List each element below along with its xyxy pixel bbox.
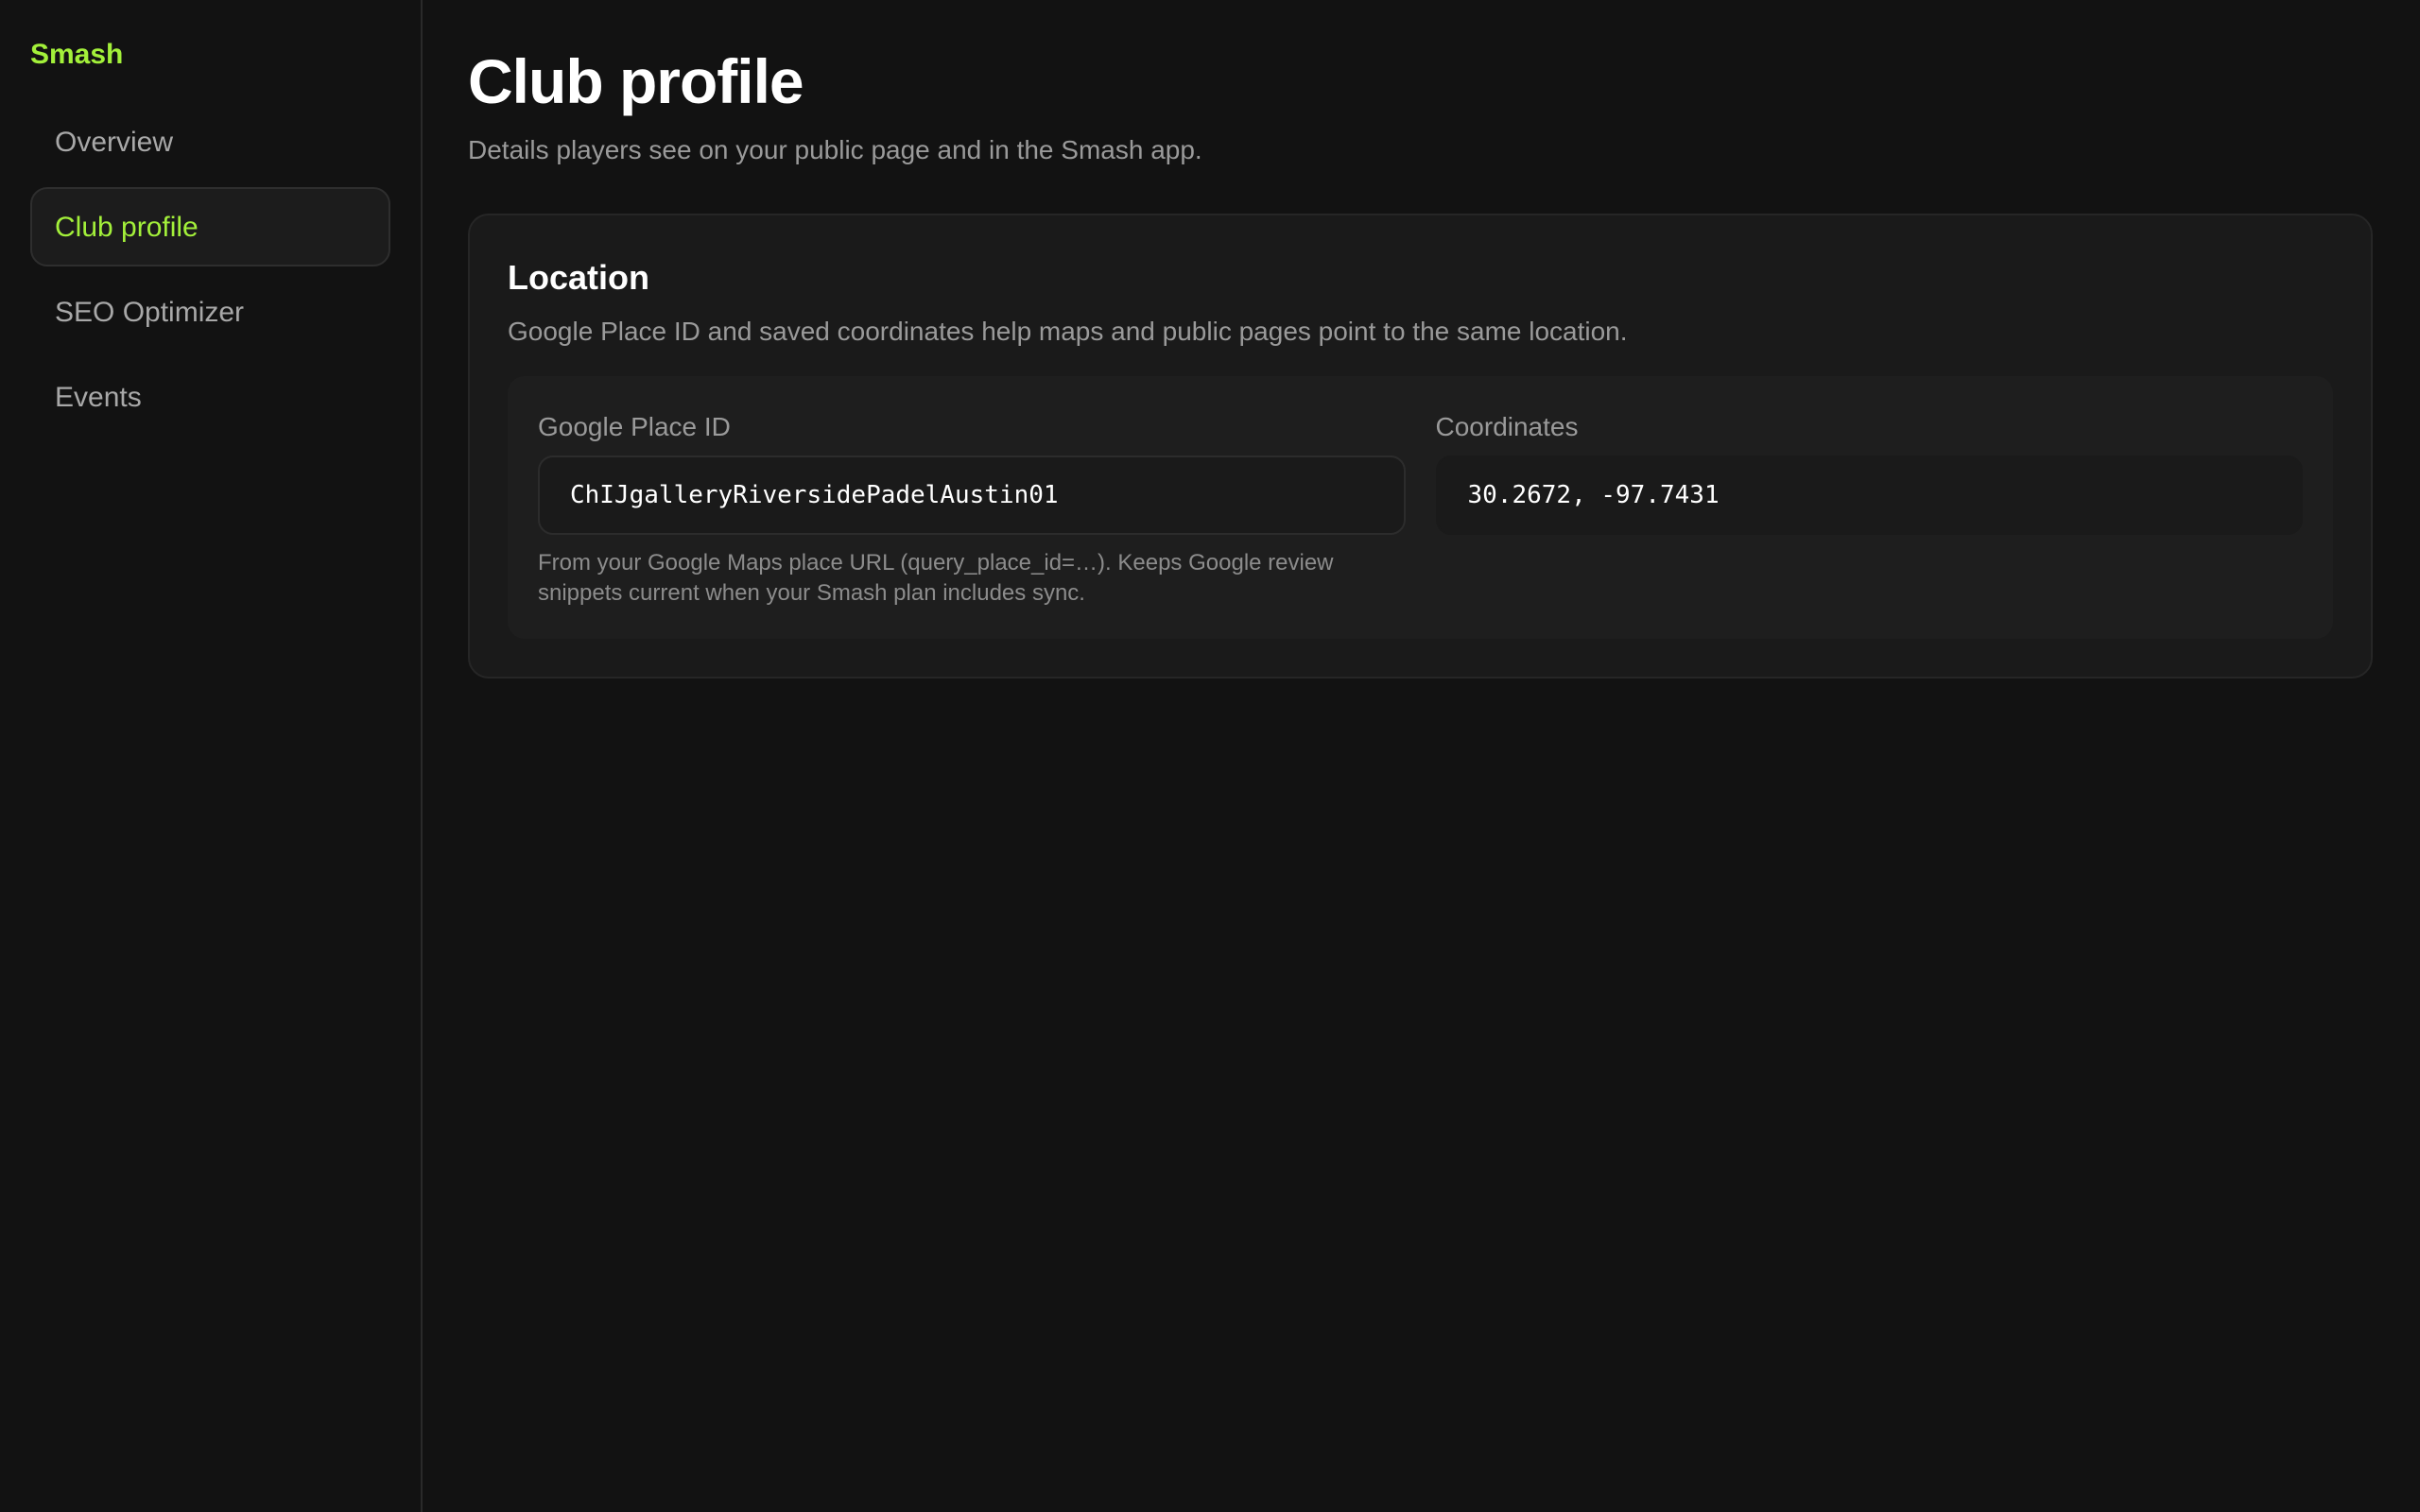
sidebar-item-club-profile[interactable]: Club profile bbox=[30, 187, 390, 266]
coordinates-value: 30.2672, -97.7431 bbox=[1435, 455, 2303, 535]
place-id-label: Google Place ID bbox=[538, 412, 731, 441]
place-id-input[interactable]: ChIJgalleryRiversidePadelAustin01 bbox=[538, 455, 1406, 535]
coordinates-label: Coordinates bbox=[1435, 412, 1579, 441]
location-card: Location Google Place ID and saved coord… bbox=[468, 214, 2373, 679]
sidebar-item-events[interactable]: Events bbox=[30, 357, 390, 437]
page-subtitle: Details players see on your public page … bbox=[468, 135, 1202, 164]
location-fields: Google Place ID ChIJgalleryRiversidePade… bbox=[508, 376, 2333, 639]
brand-logo[interactable]: Smash bbox=[30, 36, 390, 74]
location-description: Google Place ID and saved coordinates he… bbox=[508, 317, 1628, 346]
sidebar: Smash Overview Club profile SEO Optimize… bbox=[0, 0, 423, 1512]
location-title: Location bbox=[508, 258, 649, 297]
place-id-field-group: Google Place ID ChIJgalleryRiversidePade… bbox=[538, 410, 1406, 609]
main-content: Club profile Details players see on your… bbox=[423, 0, 2420, 1512]
app-root: Smash Overview Club profile SEO Optimize… bbox=[0, 0, 2420, 1512]
sidebar-item-seo-optimizer[interactable]: SEO Optimizer bbox=[30, 272, 390, 352]
place-id-help-text: From your Google Maps place URL (query_p… bbox=[538, 550, 1334, 606]
sidebar-item-overview[interactable]: Overview bbox=[30, 102, 390, 181]
page-title: Club profile bbox=[468, 46, 804, 116]
coordinates-field-group: Coordinates 30.2672, -97.7431 bbox=[1435, 410, 2303, 609]
sidebar-nav: Overview Club profile SEO Optimizer Even… bbox=[30, 102, 390, 437]
